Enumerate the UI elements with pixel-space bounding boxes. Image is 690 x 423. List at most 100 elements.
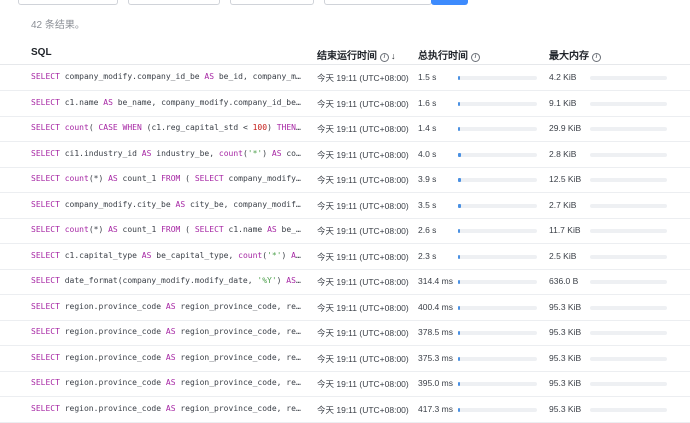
sql-text[interactable]: SELECT region.province_code AS region_pr… (31, 378, 305, 387)
duration-bar (458, 305, 537, 310)
sql-token: count_1 (117, 174, 162, 183)
max-memory: 12.5 KiB (549, 174, 582, 184)
sql-token: count (301, 251, 305, 260)
sql-token: AS (165, 352, 176, 362)
duration-bar (458, 254, 537, 259)
duration-bar (458, 203, 537, 208)
sql-token: '*' (247, 148, 263, 158)
duration-bar-fill (458, 254, 460, 259)
sql-token: region.province_code (59, 301, 166, 311)
table-row[interactable]: SELECT region.province_code AS region_pr… (0, 295, 690, 321)
sql-token: AS (165, 327, 176, 336)
sql-text[interactable]: SELECT c1.name AS be_name, company_modif… (31, 98, 305, 107)
duration: 1.4 s (418, 123, 437, 133)
duration-bar-fill (458, 152, 462, 157)
duration-bar-fill (458, 280, 460, 284)
table-row[interactable]: SELECT count(*) AS count_1 FROM ( SELECT… (0, 218, 690, 244)
duration-bar-fill (458, 76, 460, 80)
sql-token: SELECT (194, 225, 224, 234)
table-row[interactable]: SELECT c1.capital_type AS be_capital_typ… (0, 244, 690, 270)
max-memory: 95.3 KiB (549, 352, 582, 363)
sql-text[interactable]: SELECT c1.capital_type AS be_capital_typ… (31, 251, 305, 260)
duration-bar-fill (458, 127, 460, 131)
table-row[interactable]: SELECT company_modify.city_be AS city_be… (0, 193, 690, 219)
table-row[interactable]: SELECT region.province_code AS region_pr… (0, 371, 690, 397)
table-row[interactable]: SELECT c1.name AS be_name, company_modif… (0, 91, 690, 117)
sql-token: 1 (301, 123, 305, 132)
table-row[interactable]: SELECT date_format(company_modify.modify… (0, 269, 690, 295)
sql-token: region_province_code, region.city (180, 403, 305, 413)
max-memory: 95.3 KiB (549, 403, 582, 414)
table-row[interactable]: SELECT region.province_code AS region_pr… (0, 320, 690, 346)
sql-text[interactable]: SELECT date_format(company_modify.modify… (31, 276, 305, 285)
table-row[interactable]: SELECT count( CASE WHEN (c1.reg_capital_… (0, 116, 690, 142)
sql-token: SELECT (31, 97, 60, 107)
sql-text[interactable]: SELECT region.province_code AS region_pr… (31, 302, 305, 311)
table-row[interactable]: SELECT count(*) AS count_1 FROM ( SELECT… (0, 167, 690, 193)
memory-bar (590, 178, 667, 182)
sql-text[interactable]: SELECT region.province_code AS region_pr… (31, 353, 305, 362)
duration-bar (458, 382, 537, 386)
memory-bar (590, 382, 667, 386)
sql-text[interactable]: SELECT count(*) AS count_1 FROM ( SELECT… (31, 174, 305, 183)
duration: 378.5 ms (418, 327, 453, 337)
end-time: 今天 19:11 (UTC+08:00) (317, 200, 409, 211)
table-row[interactable]: SELECT region.province_code AS region_pr… (0, 346, 690, 372)
sql-token: SELECT (31, 123, 60, 132)
end-time: 今天 19:11 (UTC+08:00) (317, 226, 409, 236)
sql-text[interactable]: SELECT company_modify.company_id_be AS b… (31, 72, 305, 81)
end-time: 今天 19:11 (UTC+08:00) (317, 353, 409, 364)
sql-text[interactable]: SELECT ci1.industry_id AS industry_be, c… (31, 149, 305, 158)
sql-token: count (64, 174, 89, 183)
duration: 375.3 ms (418, 352, 453, 363)
sql-text[interactable]: SELECT company_modify.city_be AS city_be… (31, 200, 305, 209)
sql-token: region_province_code, region.city (180, 327, 305, 336)
sql-token: 100 (252, 123, 268, 132)
sql-token: SELECT (31, 352, 60, 362)
filter-input-3[interactable] (230, 0, 314, 5)
sql-token: AS (165, 403, 176, 413)
memory-bar (590, 331, 667, 335)
duration-bar-fill (458, 178, 462, 182)
sql-token: AS (165, 301, 176, 311)
sql-text[interactable]: SELECT count(*) AS count_1 FROM ( SELECT… (31, 225, 305, 234)
sql-token: c1.name (223, 225, 268, 234)
duration: 2.3 s (418, 250, 437, 261)
filter-toolbar (0, 0, 690, 6)
info-icon[interactable]: i (380, 53, 389, 62)
max-memory: 4.2 KiB (549, 72, 577, 82)
max-memory: 636.0 B (549, 276, 579, 286)
sql-token: FROM (161, 174, 181, 183)
duration-bar-fill (458, 203, 461, 208)
sql-token: count (218, 148, 243, 158)
column-header-end-time[interactable]: 结束运行时间 i ↓ (317, 47, 396, 62)
sql-token: AS (286, 276, 296, 285)
sql-token: be_name, company_modify.company_id_be (112, 97, 301, 107)
sql-token: ) (281, 250, 292, 260)
sql-text[interactable]: SELECT count( CASE WHEN (c1.reg_capital_… (31, 123, 305, 132)
table-row[interactable]: SELECT company_modify.company_id_be AS b… (0, 65, 690, 91)
sql-token: THEN (276, 123, 296, 132)
info-icon[interactable]: i (471, 53, 480, 62)
duration: 417.3 ms (418, 403, 453, 414)
column-header-duration[interactable]: 总执行时间 i (418, 47, 480, 62)
table-row[interactable]: SELECT ci1.industry_id AS industry_be, c… (0, 142, 690, 168)
column-header-memory[interactable]: 最大内存 i (549, 47, 601, 62)
sql-token: CASE WHEN (98, 123, 142, 132)
memory-bar (590, 407, 667, 412)
sql-text[interactable]: SELECT region.province_code AS region_pr… (31, 327, 305, 336)
sql-token: SELECT (31, 378, 60, 387)
memory-bar (590, 305, 667, 310)
filter-input-2[interactable] (128, 0, 220, 5)
duration: 1.5 s (418, 72, 437, 82)
sql-token: be_capital_type, (151, 250, 239, 260)
info-icon[interactable]: i (592, 53, 601, 62)
filter-input-4[interactable] (324, 0, 432, 5)
sql-text[interactable]: SELECT region.province_code AS region_pr… (31, 404, 305, 413)
sort-desc-icon[interactable]: ↓ (391, 51, 396, 61)
sql-token: SELECT (194, 174, 224, 183)
table-row[interactable]: SELECT region.province_code AS region_pr… (0, 397, 690, 423)
column-header-sql[interactable]: SQL (31, 47, 52, 58)
filter-input-1[interactable] (18, 0, 118, 5)
search-button[interactable] (431, 0, 468, 5)
